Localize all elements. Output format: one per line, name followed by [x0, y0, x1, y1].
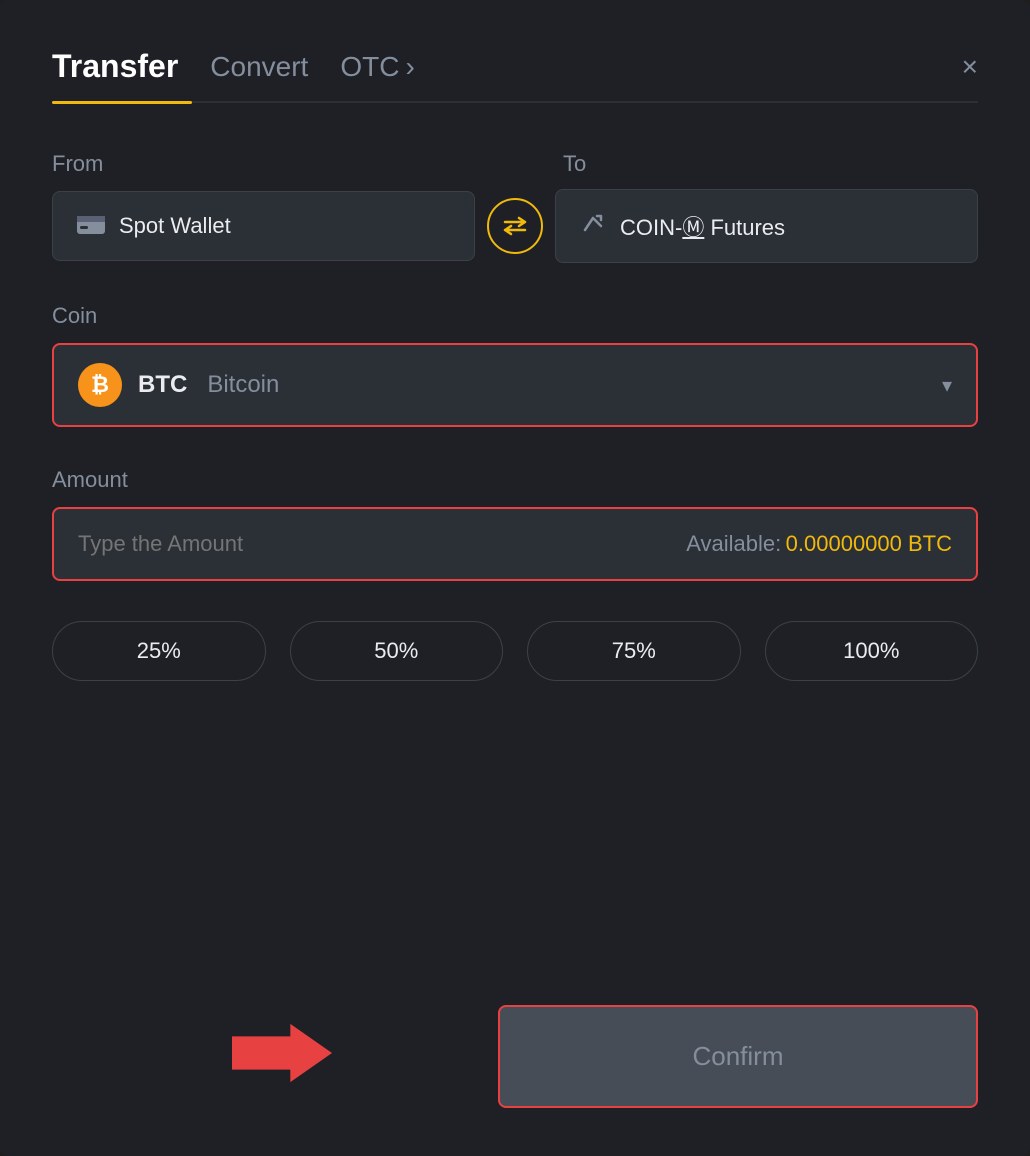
- coin-label: Coin: [52, 303, 978, 329]
- from-wallet-box[interactable]: Spot Wallet: [52, 191, 475, 261]
- coin-select-box[interactable]: ₿ BTC Bitcoin ▾: [52, 343, 978, 427]
- futures-icon: [580, 210, 606, 242]
- bottom-area: Confirm: [52, 1005, 978, 1108]
- coin-full-name: Bitcoin: [207, 371, 279, 399]
- amount-section: Amount Available: 0.00000000 BTC: [52, 467, 978, 581]
- available-value: 0.00000000 BTC: [786, 531, 952, 556]
- percentage-buttons: 25% 50% 75% 100%: [52, 621, 978, 681]
- coin-section: Coin ₿ BTC Bitcoin ▾: [52, 303, 978, 427]
- arrow-indicator: [232, 1013, 332, 1098]
- pct-25-button[interactable]: 25%: [52, 621, 266, 681]
- coin-symbol: BTC: [138, 371, 187, 399]
- pct-75-button[interactable]: 75%: [527, 621, 741, 681]
- transfer-modal: Transfer Convert OTC › × From To: [0, 0, 1030, 1156]
- pct-50-button[interactable]: 50%: [290, 621, 504, 681]
- amount-label: Amount: [52, 467, 978, 493]
- tab-otc[interactable]: OTC ›: [340, 51, 414, 99]
- tab-convert[interactable]: Convert: [210, 51, 308, 99]
- to-label: To: [563, 151, 978, 177]
- swap-wrapper: [475, 198, 555, 254]
- to-wallet-box[interactable]: COIN-Ⓜ Futures: [555, 189, 978, 263]
- from-to-inputs: Spot Wallet COIN-Ⓜ Futures: [52, 189, 978, 263]
- to-wallet-name: COIN-Ⓜ Futures: [620, 210, 785, 242]
- coin-chevron-icon: ▾: [942, 373, 952, 398]
- btc-icon: ₿: [78, 363, 122, 407]
- amount-input-box: Available: 0.00000000 BTC: [52, 507, 978, 581]
- wallet-card-icon: [77, 212, 105, 240]
- from-to-section: From To Spot Wallet: [52, 151, 978, 263]
- available-display: Available: 0.00000000 BTC: [686, 531, 952, 557]
- pct-100-button[interactable]: 100%: [765, 621, 979, 681]
- tab-divider: [52, 101, 978, 103]
- confirm-button[interactable]: Confirm: [498, 1005, 978, 1108]
- close-button[interactable]: ×: [962, 53, 978, 97]
- from-to-labels: From To: [52, 151, 978, 177]
- amount-input[interactable]: [78, 531, 515, 557]
- swap-spacer: [467, 151, 547, 177]
- swap-button[interactable]: [487, 198, 543, 254]
- tab-transfer[interactable]: Transfer: [52, 48, 178, 101]
- tab-otc-label: OTC: [340, 51, 399, 83]
- from-wallet-name: Spot Wallet: [119, 213, 231, 239]
- from-label: From: [52, 151, 467, 177]
- header: Transfer Convert OTC › ×: [52, 48, 978, 101]
- available-label: Available:: [686, 531, 781, 556]
- tab-otc-chevron: ›: [405, 51, 414, 83]
